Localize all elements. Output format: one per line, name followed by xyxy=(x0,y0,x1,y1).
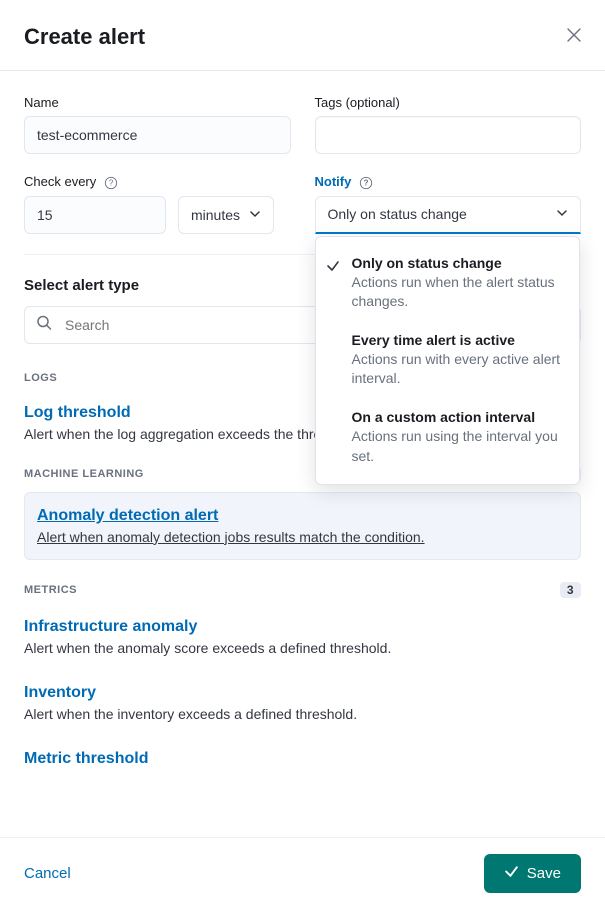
alert-type-anomaly-detection[interactable]: Anomaly detection alert Alert when anoma… xyxy=(24,492,581,560)
check-icon xyxy=(504,864,519,883)
count-badge: 3 xyxy=(560,582,581,598)
notify-label: Notify ? xyxy=(315,174,582,190)
alert-type-metric-threshold[interactable]: Metric threshold xyxy=(24,740,581,768)
svg-text:?: ? xyxy=(364,178,369,187)
close-icon[interactable] xyxy=(567,28,581,47)
page-title: Create alert xyxy=(24,24,145,50)
tags-input[interactable] xyxy=(315,116,582,154)
check-interval-input[interactable] xyxy=(24,196,166,234)
chevron-down-icon xyxy=(556,206,568,222)
notify-option-custom-interval[interactable]: On a custom action interval Actions run … xyxy=(316,399,579,476)
tags-label: Tags (optional) xyxy=(315,95,582,110)
alert-type-inventory[interactable]: Inventory Alert when the inventory excee… xyxy=(24,674,581,740)
save-button[interactable]: Save xyxy=(484,854,581,893)
notify-dropdown: Only on status change Actions run when t… xyxy=(315,236,580,486)
check-icon xyxy=(326,259,340,278)
notify-select[interactable]: Only on status change xyxy=(315,196,582,234)
chevron-down-icon xyxy=(249,207,261,223)
check-every-label: Check every ? xyxy=(24,174,291,190)
cancel-button[interactable]: Cancel xyxy=(24,865,71,882)
svg-text:?: ? xyxy=(109,178,114,187)
notify-option-every-active[interactable]: Every time alert is active Actions run w… xyxy=(316,322,579,399)
group-header-metrics: METRICS 3 xyxy=(24,576,581,608)
alert-type-infrastructure-anomaly[interactable]: Infrastructure anomaly Alert when the an… xyxy=(24,608,581,674)
help-icon[interactable]: ? xyxy=(359,176,373,190)
name-input[interactable] xyxy=(24,116,291,154)
help-icon[interactable]: ? xyxy=(104,176,118,190)
name-label: Name xyxy=(24,95,291,110)
notify-option-status-change[interactable]: Only on status change Actions run when t… xyxy=(316,245,579,322)
check-unit-select[interactable]: minutes xyxy=(178,196,274,234)
search-icon xyxy=(36,314,52,335)
